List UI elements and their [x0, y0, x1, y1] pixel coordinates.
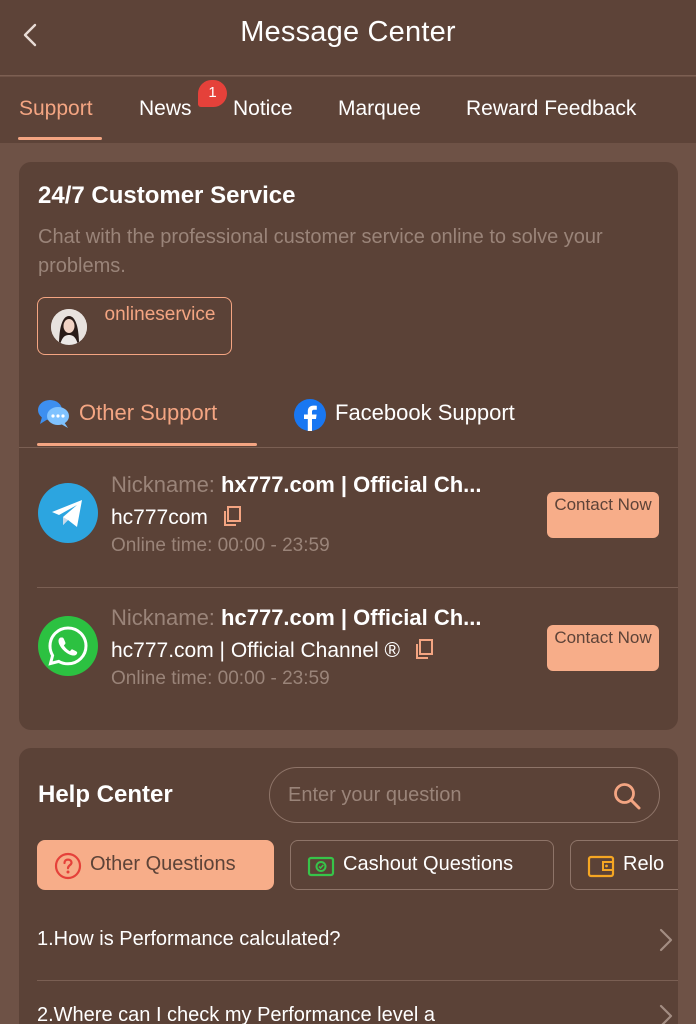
- help-center-card: Help Center Other Questions Cashout Ques…: [19, 748, 678, 1024]
- contact-account: hc777com: [111, 505, 242, 530]
- category-label: Other Questions: [90, 853, 236, 875]
- tab-facebook-support[interactable]: Facebook Support: [293, 398, 553, 431]
- customer-service-description: Chat with the professional customer serv…: [38, 226, 603, 277]
- chat-bubbles-icon: [38, 400, 69, 428]
- category-other-questions[interactable]: Other Questions: [37, 840, 274, 890]
- other-support-label: Other Support: [79, 400, 218, 425]
- wallet-icon: [587, 855, 615, 878]
- help-center-title: Help Center: [38, 781, 173, 808]
- nickname-value: hc777.com | Official Ch...: [221, 605, 482, 630]
- copy-icon[interactable]: [414, 638, 434, 660]
- faq-item[interactable]: 1.How is Performance calculated?: [37, 904, 678, 982]
- account-value: hc777.com | Official Channel ®: [111, 639, 401, 662]
- facebook-icon: [294, 399, 326, 431]
- contact-online-time: Online time: 00:00 - 23:59: [111, 668, 330, 689]
- contact-row-whatsapp: Nickname: hc777.com | Official Ch... hc7…: [19, 585, 678, 705]
- contact-row-telegram: Nickname: hx777.com | Official Ch... hc7…: [19, 452, 678, 572]
- copy-icon[interactable]: [222, 505, 242, 527]
- faq-item[interactable]: 2.Where can I check my Performance level…: [37, 980, 678, 1024]
- tab-news[interactable]: News: [139, 97, 192, 121]
- divider: [19, 447, 678, 448]
- page-title: Message Center: [240, 16, 456, 48]
- contact-nickname: Nickname: hc777.com | Official Ch...: [111, 605, 482, 631]
- category-cashout-questions[interactable]: Cashout Questions: [290, 840, 554, 890]
- search-input[interactable]: [288, 780, 588, 810]
- active-subtab-indicator: [37, 443, 257, 446]
- tab-bar: Support News Notice Marquee Reward Feedb…: [0, 77, 696, 143]
- category-label: Relo: [623, 853, 665, 875]
- tab-marquee[interactable]: Marquee: [338, 97, 421, 121]
- account-value: hc777com: [111, 506, 208, 529]
- contact-now-button[interactable]: Contact Now: [547, 625, 659, 671]
- chevron-right-icon: [659, 1004, 673, 1024]
- whatsapp-icon: [38, 616, 98, 676]
- tab-other-support[interactable]: Other Support: [37, 398, 257, 430]
- contact-now-button[interactable]: Contact Now: [547, 492, 659, 538]
- faq-question: 1.How is Performance calculated?: [37, 928, 341, 950]
- contact-online-time: Online time: 00:00 - 23:59: [111, 535, 330, 556]
- customer-service-card: 24/7 Customer Service Chat with the prof…: [19, 162, 678, 730]
- header-bar: Message Center: [0, 0, 696, 76]
- active-tab-indicator: [18, 137, 102, 140]
- telegram-icon: [38, 483, 98, 543]
- facebook-support-label: Facebook Support: [335, 400, 515, 425]
- contact-nickname: Nickname: hx777.com | Official Ch...: [111, 472, 482, 498]
- cash-icon: [307, 856, 335, 877]
- tab-notice[interactable]: Notice: [233, 97, 293, 121]
- search-icon[interactable]: [612, 781, 642, 811]
- online-service-label: onlineservice: [104, 304, 216, 325]
- nickname-value: hx777.com | Official Ch...: [221, 472, 482, 497]
- customer-service-title: 24/7 Customer Service: [38, 182, 296, 209]
- search-box[interactable]: [269, 767, 660, 823]
- chevron-right-icon: [659, 928, 673, 952]
- avatar: [51, 309, 87, 345]
- category-label: Cashout Questions: [343, 853, 514, 875]
- nickname-label: Nickname:: [111, 605, 215, 630]
- category-strip[interactable]: Other Questions Cashout Questions Relo: [37, 840, 678, 892]
- question-circle-icon: [54, 852, 82, 880]
- tab-reward-feedback[interactable]: Reward Feedback: [466, 97, 636, 121]
- online-service-button[interactable]: onlineservice: [37, 297, 232, 355]
- tab-support[interactable]: Support: [19, 97, 93, 121]
- category-relo[interactable]: Relo: [570, 840, 678, 890]
- contact-account: hc777.com | Official Channel ®: [111, 638, 434, 663]
- nickname-label: Nickname:: [111, 472, 215, 497]
- faq-question: 2.Where can I check my Performance level…: [37, 1004, 435, 1024]
- news-badge: 1: [198, 80, 227, 107]
